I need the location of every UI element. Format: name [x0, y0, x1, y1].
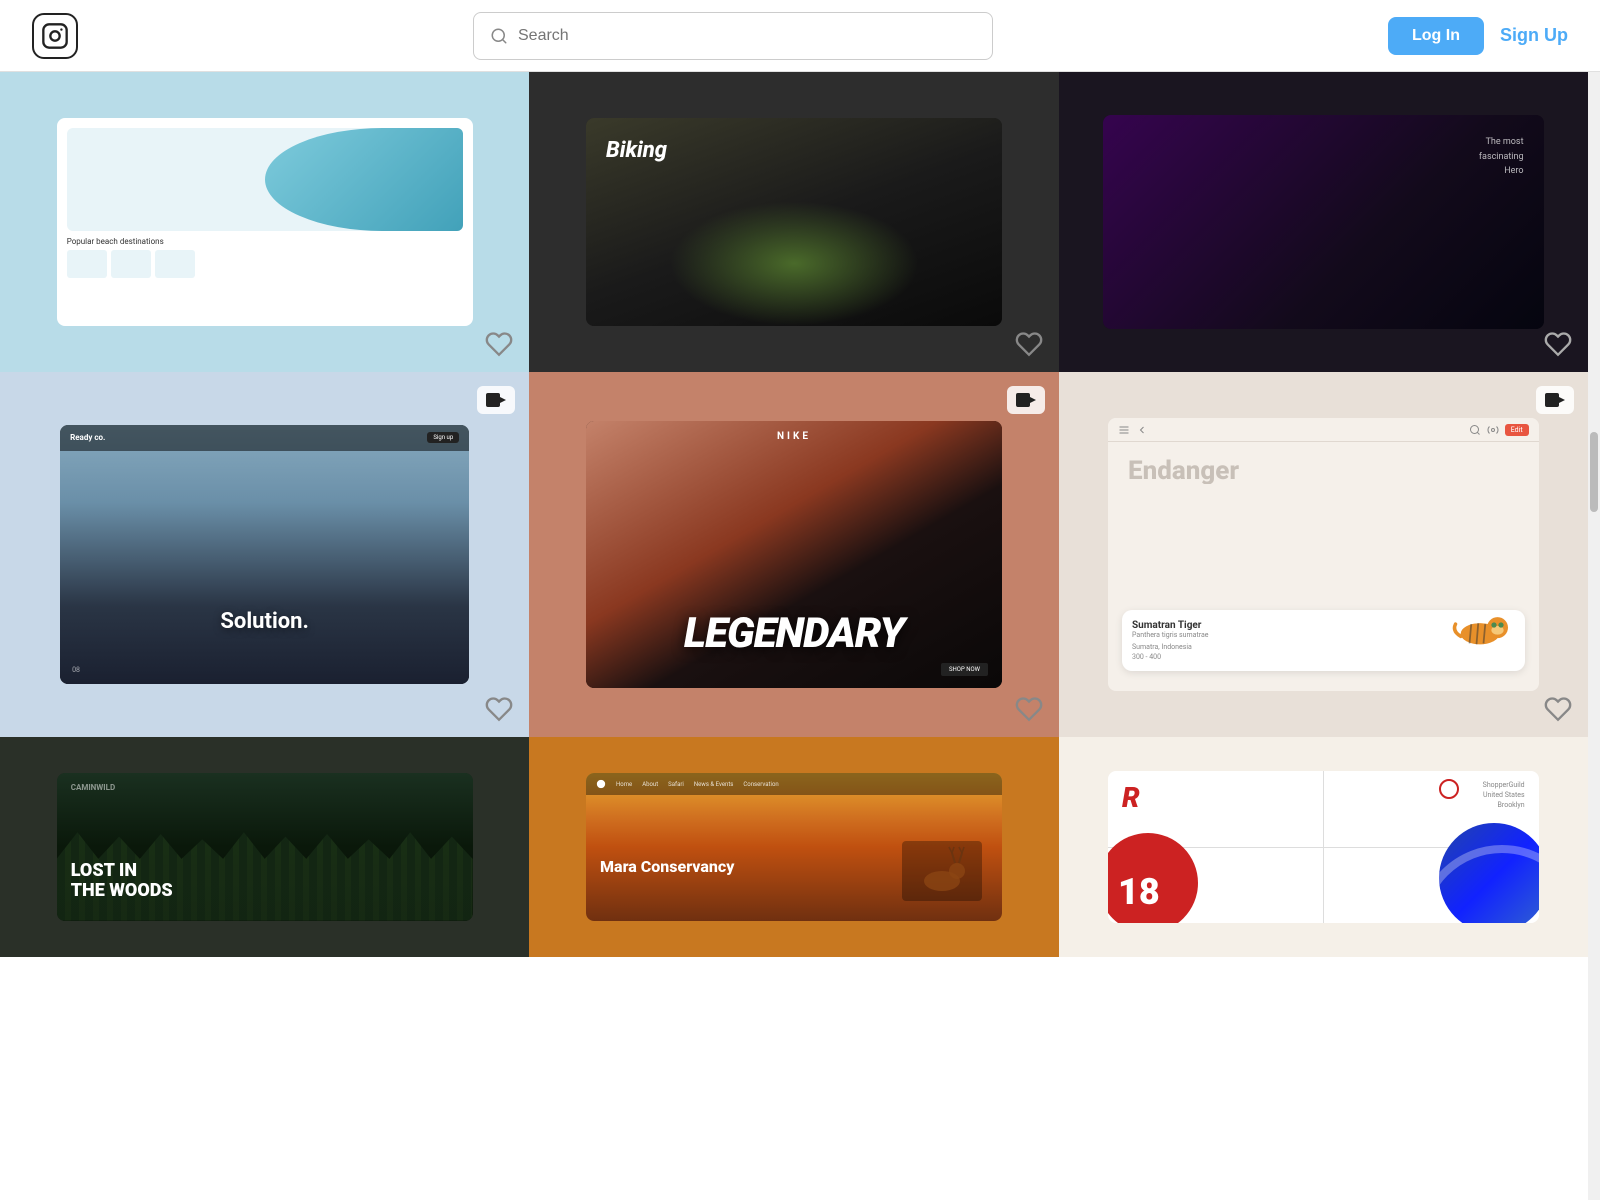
- heart-icon[interactable]: [1544, 695, 1572, 723]
- grid-item-biking[interactable]: Biking: [529, 72, 1058, 372]
- card-solution-inner: Ready co. Sign up Solution. 08: [60, 425, 469, 685]
- grid-item-travel[interactable]: Popular beach destinations: [0, 72, 529, 372]
- heart-icon[interactable]: [485, 330, 513, 358]
- card-solution-title: Solution.: [60, 609, 469, 634]
- mara-nav-2: About: [642, 781, 658, 788]
- card-woods-title: LOST INTHE WOODS: [71, 861, 173, 901]
- video-badge: [1007, 386, 1045, 414]
- mara-nav-5: Conservation: [743, 781, 778, 788]
- card-mara-bg: Home About Safari News & Events Conserva…: [529, 737, 1058, 957]
- grid-item-endangered[interactable]: Edit Endanger Sumatran Tiger Panthera ti…: [1059, 372, 1588, 737]
- destination-chip: [155, 250, 195, 278]
- card-biking-inner: Biking: [586, 118, 1002, 326]
- heart-icon[interactable]: [1544, 330, 1572, 358]
- card-mara-animal-img: [902, 841, 982, 901]
- card-endangered-title: Endanger: [1128, 458, 1323, 484]
- header-actions: Log In Sign Up: [1388, 17, 1568, 55]
- mara-nav-4: News & Events: [694, 781, 734, 788]
- card-biking-title: Biking: [606, 138, 667, 163]
- card-magazine-bg: R 18 ShopperGuildUnited StatesBrooklyn: [1059, 737, 1588, 957]
- card-hero-inner: The mostfascinatingHero: [1103, 115, 1543, 328]
- card-endangered-bg: Edit Endanger Sumatran Tiger Panthera ti…: [1059, 372, 1588, 737]
- destination-chip: [67, 250, 107, 278]
- card-endangered-header: Edit: [1108, 418, 1539, 442]
- card-hero-overlay: [1103, 115, 1543, 328]
- tiger-illustration: [1445, 600, 1515, 650]
- image-grid: Popular beach destinations Biking: [0, 72, 1588, 957]
- card-solution-footer: 08: [72, 666, 80, 674]
- card-mara-header: Home About Safari News & Events Conserva…: [586, 773, 1002, 795]
- card-woods-inner: LOST INTHE WOODS CAMINWILD: [57, 773, 473, 921]
- search-box[interactable]: [473, 12, 993, 60]
- card-mara-inner: Home About Safari News & Events Conserva…: [586, 773, 1002, 921]
- card-travel-inner: Popular beach destinations: [57, 118, 473, 326]
- search-input[interactable]: [518, 27, 976, 45]
- heart-icon[interactable]: [1015, 695, 1043, 723]
- card-hero-text: The mostfascinatingHero: [1479, 135, 1524, 178]
- card-travel-bg: Popular beach destinations: [0, 72, 529, 372]
- card-mara-title: Mara Conservancy: [600, 857, 734, 876]
- card-legendary-shop-btn[interactable]: SHOP NOW: [941, 663, 988, 676]
- card-solution-background: [60, 425, 469, 685]
- grid-item-hero[interactable]: The mostfascinatingHero: [1059, 72, 1588, 372]
- card-legendary-title: LEGENDARY: [586, 609, 1002, 658]
- grid-item-legendary[interactable]: NIKE LEGENDARY SHOP NOW: [529, 372, 1058, 737]
- card-biking-bg: Biking: [529, 72, 1058, 372]
- heart-icon[interactable]: [1015, 330, 1043, 358]
- grid-item-solution[interactable]: Ready co. Sign up Solution. 08: [0, 372, 529, 737]
- scrollbar-thumb[interactable]: [1590, 432, 1598, 512]
- destination-chip: [111, 250, 151, 278]
- logo[interactable]: [32, 13, 78, 59]
- video-badge: [477, 386, 515, 414]
- card-magazine-inner: R 18 ShopperGuildUnited StatesBrooklyn: [1108, 771, 1539, 922]
- card-magazine-letter: R: [1122, 781, 1140, 814]
- card-travel-map: [67, 128, 463, 231]
- card-solution-bg: Ready co. Sign up Solution. 08: [0, 372, 529, 737]
- login-button[interactable]: Log In: [1388, 17, 1484, 55]
- signup-button[interactable]: Sign Up: [1500, 25, 1568, 46]
- mara-nav-1: Home: [616, 781, 632, 788]
- card-hero-bg: The mostfascinatingHero: [1059, 72, 1588, 372]
- card-legendary-brand: NIKE: [586, 431, 1002, 442]
- video-badge: [1536, 386, 1574, 414]
- card-solution-header: Ready co. Sign up: [60, 425, 469, 451]
- card-legendary-bg: NIKE LEGENDARY SHOP NOW: [529, 372, 1058, 737]
- card-magazine-number: 18: [1118, 871, 1160, 913]
- scrollbar[interactable]: [1588, 72, 1600, 1200]
- search-icon: [490, 27, 508, 45]
- heart-icon[interactable]: [485, 695, 513, 723]
- grid-item-mara[interactable]: Home About Safari News & Events Conserva…: [529, 737, 1058, 957]
- magazine-circle-icon: [1439, 779, 1459, 799]
- card-legendary-inner: NIKE LEGENDARY SHOP NOW: [586, 421, 1002, 688]
- mara-nav-3: Safari: [668, 781, 684, 788]
- card-endangered-animal-card: Sumatran Tiger Panthera tigris sumatrae …: [1122, 610, 1525, 671]
- card-endangered-inner: Edit Endanger Sumatran Tiger Panthera ti…: [1108, 418, 1539, 691]
- card-solution-logo-text: Ready co.: [70, 433, 105, 442]
- grid-item-magazine[interactable]: R 18 ShopperGuildUnited StatesBrooklyn: [1059, 737, 1588, 957]
- card-solution-cta: Sign up: [427, 432, 459, 443]
- header: Log In Sign Up: [0, 0, 1600, 72]
- card-magazine-globe: [1439, 823, 1539, 923]
- magazine-meta: ShopperGuildUnited StatesBrooklyn: [1483, 781, 1525, 810]
- search-container: [473, 12, 993, 60]
- card-travel-content: Popular beach destinations: [67, 231, 463, 284]
- instagram-logo-icon: [32, 13, 78, 59]
- card-woods-brand: CAMINWILD: [71, 783, 115, 792]
- grid-item-woods[interactable]: LOST INTHE WOODS CAMINWILD: [0, 737, 529, 957]
- card-woods-bg: LOST INTHE WOODS CAMINWILD: [0, 737, 529, 957]
